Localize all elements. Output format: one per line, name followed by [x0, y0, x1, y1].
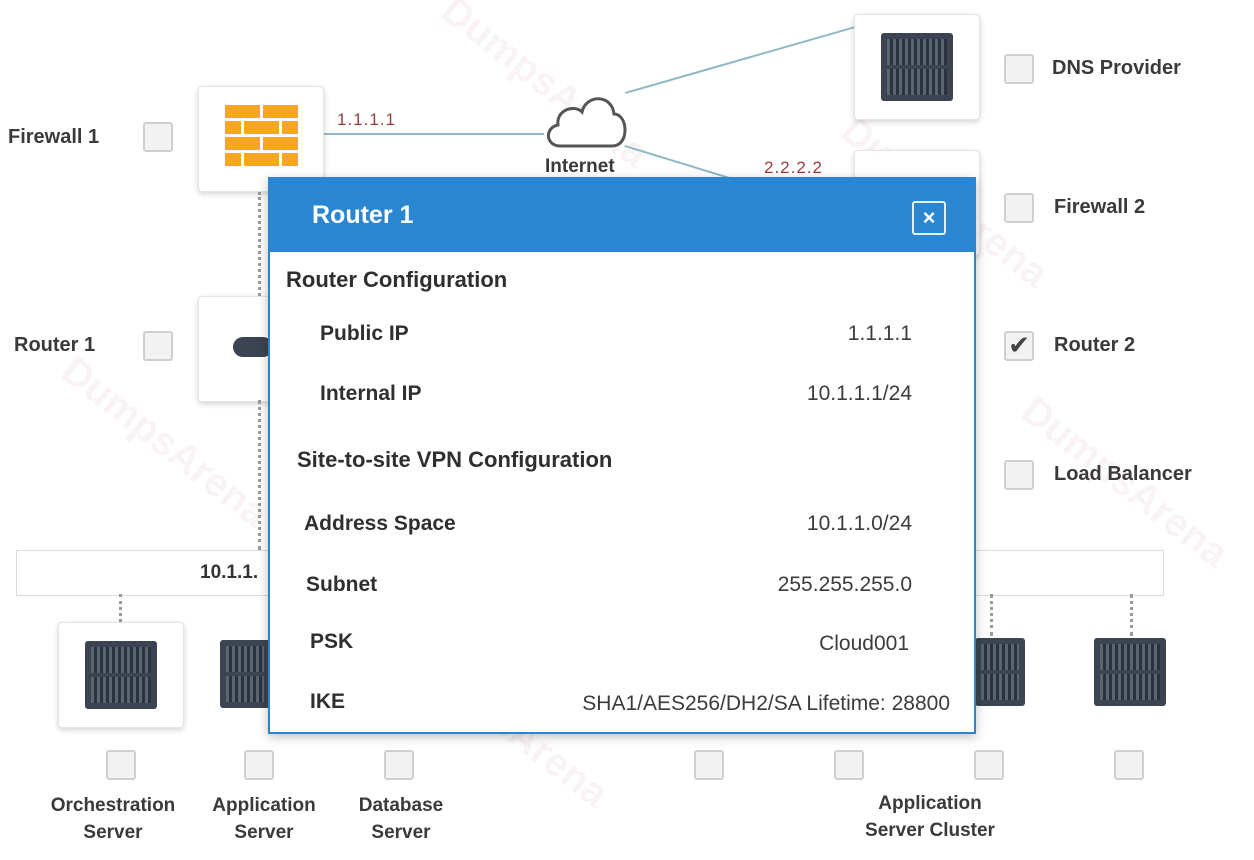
router1-label: Router 1 [14, 334, 96, 356]
server-icon [975, 638, 1025, 706]
firewall2-label: Firewall 2 [1054, 196, 1146, 218]
database-checkbox[interactable] [384, 750, 414, 780]
link-firewall1-router1 [258, 192, 261, 296]
link-firewall1-internet [322, 133, 544, 135]
link-network-cluster-1 [990, 594, 993, 636]
dns-checkbox[interactable] [1004, 54, 1034, 84]
link-internet-dns [625, 25, 857, 94]
server-icon [220, 640, 270, 708]
ike-value: SHA1/AES256/DH2/SA Lifetime: 28800 [582, 692, 950, 715]
router-icon [233, 337, 273, 357]
router2-checkbox[interactable]: ✔ [1004, 331, 1034, 361]
orchestration-checkbox[interactable] [106, 750, 136, 780]
psk-value: Cloud001 [819, 632, 909, 655]
link-router1-network [258, 400, 261, 550]
psk-label: PSK [310, 630, 354, 653]
server-icon [1094, 638, 1166, 706]
router-config-dialog: Router 1 × Router Configuration Public I… [268, 177, 976, 734]
firewall-icon [225, 105, 298, 166]
cluster-node-checkbox[interactable] [834, 750, 864, 780]
application-checkbox[interactable] [244, 750, 274, 780]
link-network-cluster-2 [1130, 594, 1133, 636]
dns-label: DNS Provider [1052, 57, 1181, 79]
cloud-icon [547, 97, 627, 148]
internet-label: Internet [545, 156, 615, 177]
address-space-label: Address Space [304, 512, 456, 535]
dns-tile[interactable] [854, 14, 980, 120]
app-cluster-label: Application Server Cluster [865, 793, 995, 841]
network-bar-right [960, 550, 1164, 596]
router-config-heading: Router Configuration [286, 267, 508, 292]
application-label: Application Server [212, 795, 316, 843]
public-ip-value: 1.1.1.1 [847, 322, 912, 345]
network-label: 10.1.1. [200, 562, 259, 583]
internal-ip-label: Internal IP [320, 382, 422, 405]
close-button[interactable]: × [912, 201, 946, 235]
dialog-title: Router 1 [312, 201, 414, 229]
server-icon [881, 33, 953, 101]
server-icon [85, 641, 157, 709]
firewall1-ip: 1.1.1.1 [337, 110, 396, 129]
cluster-node-checkbox[interactable] [1114, 750, 1144, 780]
firewall1-label: Firewall 1 [8, 126, 100, 148]
firewall2-ip: 2.2.2.2 [764, 158, 823, 177]
cluster-node-checkbox[interactable] [974, 750, 1004, 780]
load-balancer-label: Load Balancer [1054, 463, 1192, 485]
database-label: Database Server [358, 795, 444, 843]
orchestration-tile[interactable] [58, 622, 184, 728]
subnet-value: 255.255.255.0 [777, 573, 912, 596]
firewall1-checkbox[interactable] [143, 122, 173, 152]
router2-label: Router 2 [1054, 334, 1136, 356]
orchestration-label: Orchestration Server [50, 795, 176, 843]
dialog-header: Router 1 × [270, 179, 974, 252]
address-space-value: 10.1.1.0/24 [806, 512, 912, 535]
router1-checkbox[interactable] [143, 331, 173, 361]
internal-ip-value: 10.1.1.1/24 [806, 382, 912, 405]
public-ip-label: Public IP [320, 322, 409, 345]
subnet-label: Subnet [306, 573, 378, 596]
cluster-node-checkbox[interactable] [694, 750, 724, 780]
ike-label: IKE [310, 690, 346, 713]
link-network-orchestration [119, 594, 122, 622]
firewall2-checkbox[interactable] [1004, 193, 1034, 223]
vpn-config-heading: Site-to-site VPN Configuration [297, 447, 613, 472]
load-balancer-checkbox[interactable] [1004, 460, 1034, 490]
